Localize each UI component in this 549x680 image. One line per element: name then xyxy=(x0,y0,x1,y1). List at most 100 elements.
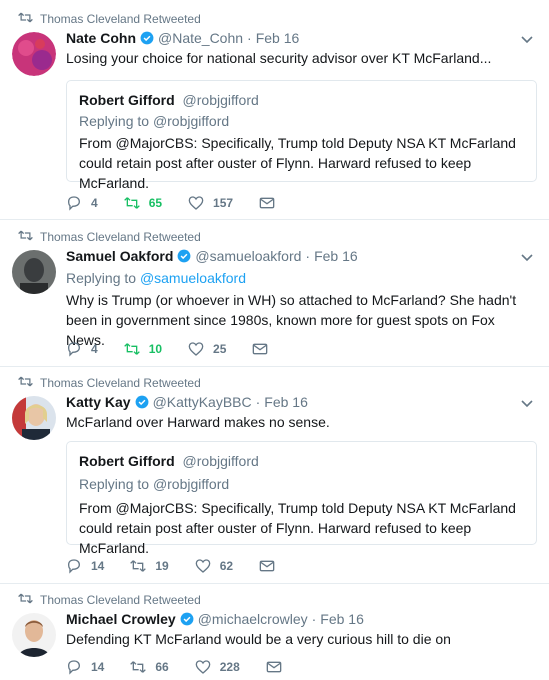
author-name[interactable]: Michael Crowley xyxy=(66,611,176,627)
author-name[interactable]: Samuel Oakford xyxy=(66,248,173,264)
quoted-author-name: Robert Gifford xyxy=(79,92,175,108)
retweet-icon xyxy=(18,376,33,387)
retweeter-label[interactable]: Thomas Cleveland Retweeted xyxy=(40,230,201,244)
reply-icon xyxy=(67,559,81,574)
author-name[interactable]: Nate Cohn xyxy=(66,30,136,46)
like-count: 25 xyxy=(213,342,227,356)
separator-dot: · xyxy=(311,611,317,627)
retweet-icon xyxy=(130,560,147,572)
retweet-button[interactable]: 19 xyxy=(130,558,169,574)
retweeter-label[interactable]: Thomas Cleveland Retweeted xyxy=(40,593,201,607)
timestamp[interactable]: Feb 16 xyxy=(320,611,364,627)
author-handle[interactable]: @KattyKayBBC xyxy=(153,394,252,410)
quoted-tweet[interactable]: Robert Gifford @robjgifford Replying to … xyxy=(66,80,537,191)
reply-button[interactable]: 4 xyxy=(66,341,98,357)
replying-to-label: Replying to xyxy=(79,476,153,492)
retweet-count: 19 xyxy=(155,559,169,573)
retweeter-label[interactable]: Thomas Cleveland Retweeted xyxy=(40,376,201,390)
dm-button[interactable] xyxy=(266,659,291,675)
quoted-replying-to: Replying to @robjgifford xyxy=(79,476,229,492)
quoted-author-handle: @robjgifford xyxy=(182,92,259,108)
replying-to-label: Replying to xyxy=(66,270,140,286)
reply-count: 14 xyxy=(91,660,105,674)
like-count: 157 xyxy=(213,196,234,210)
retweet-icon xyxy=(130,661,147,673)
tweet[interactable]: Thomas Cleveland Retweeted Katty Kay @Ka… xyxy=(0,367,549,584)
tweet-text: Defending KT McFarland would be a very c… xyxy=(66,631,451,647)
retweet-icon xyxy=(18,593,33,604)
tweet[interactable]: Thomas Cleveland Retweeted Michael Crowl… xyxy=(0,584,549,680)
chevron-down-icon[interactable] xyxy=(521,254,533,262)
replying-to-link: @robjgifford xyxy=(152,476,230,492)
chevron-down-icon[interactable] xyxy=(521,400,533,408)
reply-count: 4 xyxy=(91,342,98,356)
quoted-tweet[interactable]: Robert Gifford @robjgifford Replying to … xyxy=(66,441,537,556)
quoted-author-handle: @robjgifford xyxy=(182,453,259,469)
separator-dot: · xyxy=(255,394,261,410)
envelope-icon xyxy=(266,661,282,673)
author-name[interactable]: Katty Kay xyxy=(66,394,131,410)
like-count: 228 xyxy=(219,660,240,674)
avatar[interactable] xyxy=(12,32,56,76)
heart-icon xyxy=(188,342,204,356)
timestamp[interactable]: Feb 16 xyxy=(314,248,358,264)
retweet-count: 66 xyxy=(155,660,169,674)
dm-button[interactable] xyxy=(259,195,284,211)
like-count: 62 xyxy=(219,559,234,573)
heart-icon xyxy=(195,660,211,674)
retweet-icon xyxy=(18,12,33,23)
replying-to: Replying to @samueloakford xyxy=(66,270,246,286)
like-button[interactable]: 62 xyxy=(195,558,233,574)
retweet-count: 10 xyxy=(148,342,163,356)
retweet-context: Thomas Cleveland Retweeted xyxy=(18,376,201,390)
like-button[interactable]: 25 xyxy=(188,341,226,357)
reply-button[interactable]: 14 xyxy=(66,659,104,675)
separator-dot: · xyxy=(247,30,252,46)
chevron-down-icon[interactable] xyxy=(521,36,533,44)
reply-count: 14 xyxy=(91,559,105,573)
verified-badge-icon xyxy=(177,249,191,263)
verified-badge-icon xyxy=(180,612,194,626)
author-handle[interactable]: @samueloakford xyxy=(195,248,301,264)
reply-button[interactable]: 14 xyxy=(66,558,104,574)
tweet[interactable]: Thomas Cleveland Retweeted Nate Cohn @Na… xyxy=(0,0,549,220)
retweet-button[interactable]: 65 xyxy=(123,195,163,211)
envelope-icon xyxy=(259,197,275,209)
envelope-icon xyxy=(259,560,275,572)
verified-badge-icon xyxy=(140,31,154,45)
reply-icon xyxy=(67,342,81,357)
envelope-icon xyxy=(253,343,268,355)
retweet-count: 65 xyxy=(148,196,163,210)
heart-icon xyxy=(195,559,211,573)
tweet[interactable]: Thomas Cleveland Retweeted Samuel Oakfor… xyxy=(0,220,549,367)
retweet-button[interactable]: 66 xyxy=(130,659,169,675)
like-button[interactable]: 157 xyxy=(188,195,233,211)
tweet-text: Losing your choice for national security… xyxy=(66,50,492,66)
reply-button[interactable]: 4 xyxy=(66,195,98,211)
reply-icon xyxy=(67,660,81,675)
avatar[interactable] xyxy=(12,250,56,294)
reply-count: 4 xyxy=(91,196,98,210)
replying-to-label: Replying to xyxy=(79,113,153,129)
author-handle[interactable]: @michaelcrowley xyxy=(198,611,308,627)
retweet-icon xyxy=(18,230,33,241)
quoted-author-name: Robert Gifford xyxy=(79,453,175,469)
avatar[interactable] xyxy=(12,396,56,440)
retweet-icon xyxy=(123,343,140,355)
avatar[interactable] xyxy=(12,613,56,657)
retweet-button[interactable]: 10 xyxy=(123,341,163,357)
like-button[interactable]: 228 xyxy=(195,659,240,675)
quoted-replying-to: Replying to @robjgifford xyxy=(79,113,229,129)
dm-button[interactable] xyxy=(252,341,277,357)
retweeter-label[interactable]: Thomas Cleveland Retweeted xyxy=(40,12,201,26)
author-handle[interactable]: @Nate_Cohn xyxy=(158,30,243,46)
dm-button[interactable] xyxy=(259,558,284,574)
quoted-text: From @MajorCBS: Specifically, Trump told… xyxy=(79,135,516,191)
replying-to-link: @robjgifford xyxy=(152,113,230,129)
replying-to-link[interactable]: @samueloakford xyxy=(140,270,246,286)
retweet-icon xyxy=(123,197,140,209)
reply-icon xyxy=(67,196,81,211)
verified-badge-icon xyxy=(135,395,149,409)
timestamp[interactable]: Feb 16 xyxy=(264,394,308,410)
timestamp[interactable]: Feb 16 xyxy=(256,30,300,46)
